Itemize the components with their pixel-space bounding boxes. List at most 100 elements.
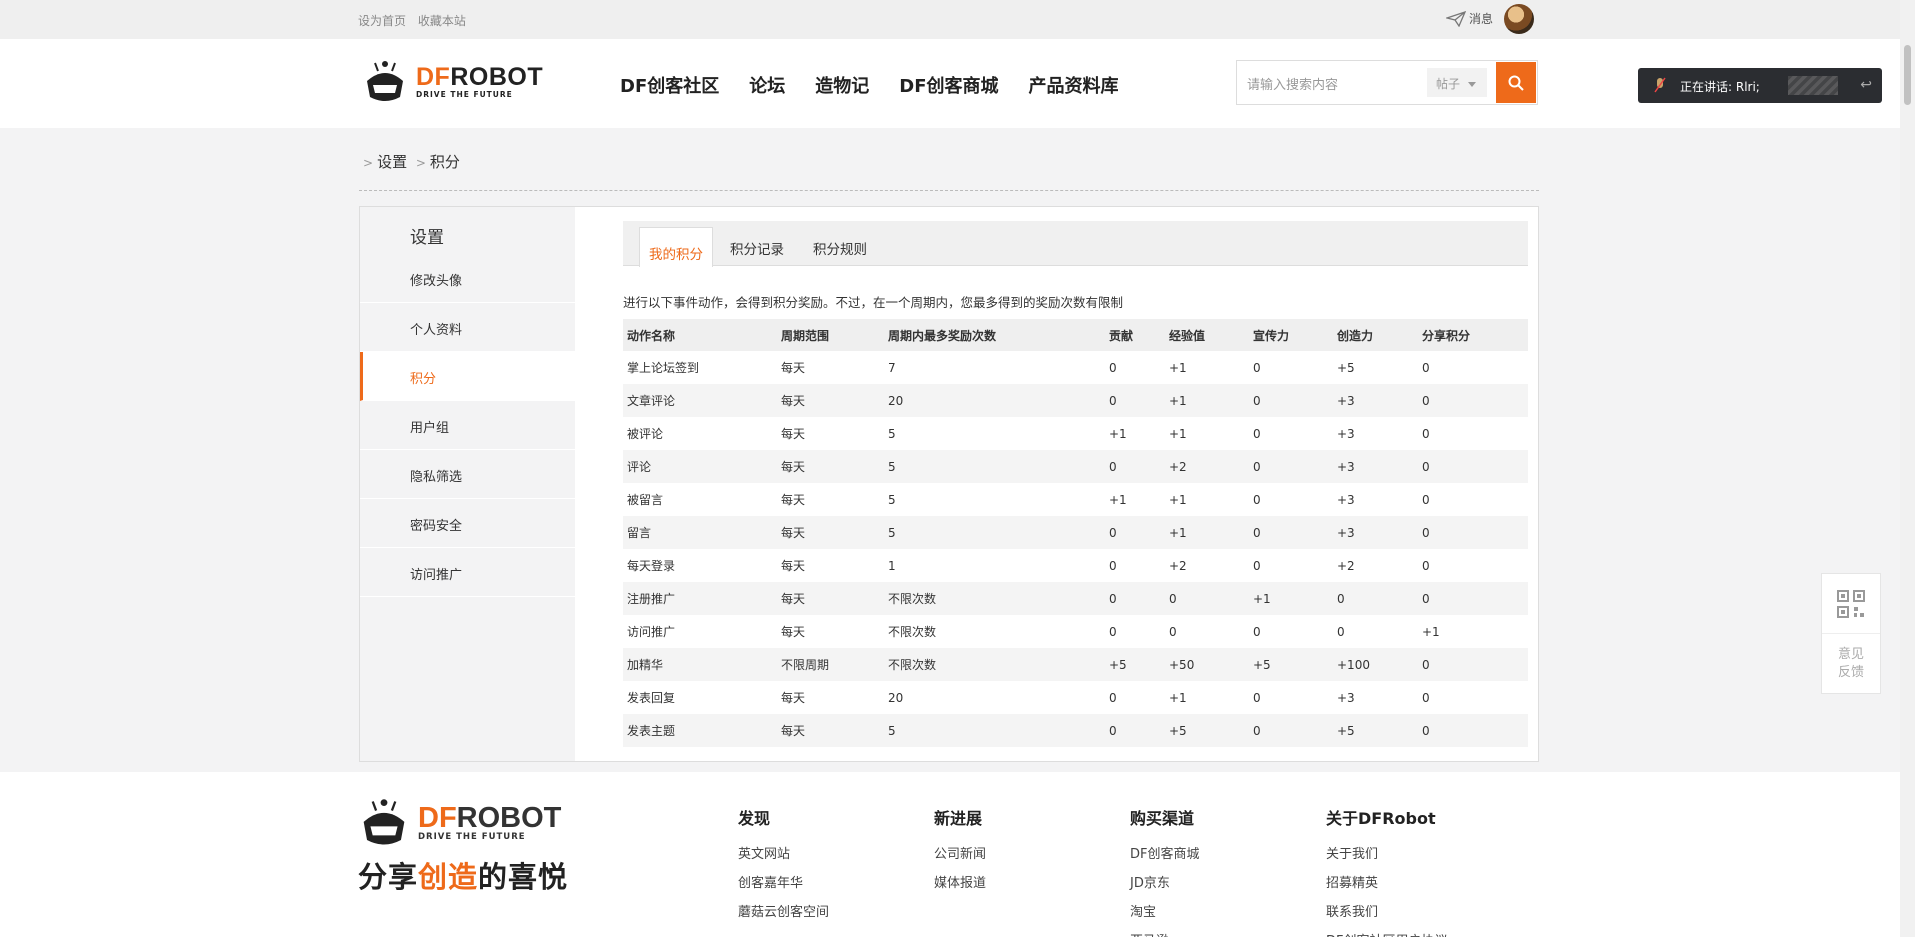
table-row: 加精华 不限周期 不限次数 +5 +50 +5 +100 0 bbox=[623, 648, 1528, 681]
search-button[interactable] bbox=[1496, 62, 1536, 103]
table-row: 发表主题 每天 5 0 +5 0 +5 0 bbox=[623, 714, 1528, 747]
table-cell: +1 bbox=[1165, 516, 1249, 549]
sidebar-item-privacy[interactable]: 隐私筛选 bbox=[360, 450, 575, 499]
footer-link[interactable]: JD京东 bbox=[1130, 872, 1200, 901]
points-tabs: 我的积分 积分记录 积分规则 bbox=[623, 221, 1528, 267]
robot-logo-icon bbox=[363, 799, 405, 845]
points-table: 动作名称 周期范围 周期内最多奖励次数 贡献 经验值 宣传力 创造力 分享积分 掌上论坛签到每… bbox=[623, 319, 1528, 747]
sidebar-title: 设置 bbox=[410, 228, 444, 248]
sidebar-item-points[interactable]: 积分 bbox=[360, 352, 575, 401]
table-cell: 0 bbox=[1418, 714, 1528, 747]
table-cell: 0 bbox=[1253, 558, 1261, 573]
table-cell: 5 bbox=[884, 450, 1105, 483]
voice-waveform bbox=[1788, 76, 1838, 95]
qrcode-icon bbox=[1837, 589, 1865, 618]
table-cell: 每天 bbox=[777, 450, 884, 483]
sidebar-item-usergroup[interactable]: 用户组 bbox=[360, 401, 575, 450]
table-cell: 不限次数 bbox=[888, 625, 937, 639]
table-cell: 0 bbox=[1249, 384, 1333, 417]
table-cell: 0 bbox=[1105, 516, 1165, 549]
sidebar-item-avatar[interactable]: 修改头像 bbox=[360, 254, 575, 303]
main-nav: DF创客社区 论坛 造物记 DF创客商城 产品资料库 bbox=[620, 72, 1119, 98]
table-cell: 不限周期 bbox=[777, 648, 884, 681]
footer-link[interactable]: 淘宝 bbox=[1130, 901, 1200, 930]
search-icon bbox=[1508, 75, 1524, 91]
sidebar-item-profile[interactable]: 个人资料 bbox=[360, 303, 575, 352]
page-scrollbar[interactable] bbox=[1900, 0, 1915, 937]
breadcrumb: > 设置 > 积分 bbox=[359, 151, 1539, 191]
table-cell: +3 bbox=[1337, 690, 1355, 705]
table-cell: 0 bbox=[1418, 450, 1528, 483]
table-cell: 不限次数 bbox=[884, 648, 1105, 681]
table-cell: 每天 bbox=[781, 559, 806, 573]
table-cell: 0 bbox=[1105, 384, 1165, 417]
table-cell: 访问推广 bbox=[627, 625, 676, 639]
breadcrumb-points[interactable]: 积分 bbox=[430, 153, 460, 171]
footer-link[interactable]: 联系我们 bbox=[1326, 901, 1448, 930]
voice-chat-widget[interactable]: 正在讲话: Rlri; ↩ bbox=[1638, 68, 1882, 103]
table-cell: 每天 bbox=[777, 582, 884, 615]
qrcode-button[interactable] bbox=[1822, 574, 1880, 634]
footer-link[interactable]: 招募精英 bbox=[1326, 872, 1448, 901]
footer-slogan: 分享创造的喜悦 bbox=[358, 860, 569, 894]
bookmark-site-link[interactable]: 收藏本站 bbox=[418, 14, 466, 28]
dfrobot-logo[interactable]: DFROBOT DRIVE THE FUTURE bbox=[362, 59, 543, 105]
nav-makelog[interactable]: 造物记 bbox=[815, 72, 869, 98]
table-row: 被评论 每天 5 +1 +1 0 +3 0 bbox=[623, 417, 1528, 450]
table-cell: 发表主题 bbox=[623, 714, 777, 747]
table-cell: 0 bbox=[1249, 714, 1333, 747]
feedback-button[interactable]: 意见反馈 bbox=[1834, 634, 1868, 682]
tab-points-rules[interactable]: 积分规则 bbox=[813, 227, 867, 266]
table-cell: +5 bbox=[1105, 648, 1165, 681]
sidebar-item-promotion[interactable]: 访问推广 bbox=[360, 548, 575, 597]
top-utility-bar: 设为首页 收藏本站 消息 bbox=[0, 0, 1900, 39]
table-cell: 0 bbox=[1422, 492, 1430, 507]
table-cell: 每天 bbox=[777, 714, 884, 747]
nav-docs[interactable]: 产品资料库 bbox=[1029, 72, 1119, 98]
scrollbar-thumb[interactable] bbox=[1904, 45, 1911, 105]
table-column-header: 经验值 bbox=[1165, 319, 1249, 351]
site-header: DFROBOT DRIVE THE FUTURE DF创客社区 论坛 造物记 D… bbox=[0, 39, 1900, 128]
nav-community[interactable]: DF创客社区 bbox=[620, 72, 719, 98]
nav-store[interactable]: DF创客商城 bbox=[899, 72, 998, 98]
table-cell: +1 bbox=[1109, 492, 1127, 507]
table-cell: 留言 bbox=[623, 516, 777, 549]
search-scope-select[interactable]: 帖子 bbox=[1427, 68, 1487, 97]
sidebar-item-password[interactable]: 密码安全 bbox=[360, 499, 575, 548]
footer-link[interactable]: DF创客社区用户协议 bbox=[1326, 930, 1448, 937]
table-cell: 0 bbox=[1249, 450, 1333, 483]
reply-icon[interactable]: ↩ bbox=[1860, 77, 1872, 93]
table-row: 掌上论坛签到 每天 7 0 +1 0 +5 0 bbox=[623, 351, 1528, 384]
table-row: 注册推广 每天 不限次数 0 0 +1 0 0 bbox=[623, 582, 1528, 615]
footer-link[interactable]: 创客嘉年华 bbox=[738, 872, 829, 901]
table-cell: 被留言 bbox=[627, 493, 664, 507]
footer-link[interactable]: 媒体报道 bbox=[934, 872, 986, 901]
footer-column-title: 购买渠道 bbox=[1130, 809, 1195, 828]
messages-link[interactable]: 消息 bbox=[1446, 10, 1493, 27]
table-cell: 5 bbox=[888, 426, 896, 441]
table-cell: 0 bbox=[1253, 624, 1261, 639]
table-cell: 5 bbox=[888, 492, 896, 507]
tab-my-points[interactable]: 我的积分 bbox=[639, 227, 713, 267]
footer-link[interactable]: 蘑菇云创客空间 bbox=[738, 901, 829, 930]
footer-link[interactable]: 关于我们 bbox=[1326, 843, 1448, 872]
table-cell: 0 bbox=[1422, 360, 1430, 375]
footer-link[interactable]: 公司新闻 bbox=[934, 843, 986, 872]
search-input[interactable]: 请输入搜索内容 bbox=[1247, 74, 1338, 93]
table-cell: +1 bbox=[1422, 624, 1440, 639]
tab-points-log[interactable]: 积分记录 bbox=[730, 227, 784, 266]
nav-forum[interactable]: 论坛 bbox=[749, 72, 785, 98]
table-column-header: 创造力 bbox=[1333, 319, 1418, 351]
breadcrumb-settings[interactable]: 设置 bbox=[377, 153, 407, 171]
footer-link[interactable]: 英文网站 bbox=[738, 843, 829, 872]
table-cell: 0 bbox=[1109, 624, 1117, 639]
table-cell: +5 bbox=[1165, 714, 1249, 747]
footer-link[interactable]: DF创客商城 bbox=[1130, 843, 1200, 872]
table-cell: 0 bbox=[1253, 360, 1261, 375]
set-homepage-link[interactable]: 设为首页 bbox=[358, 14, 406, 28]
footer-link[interactable]: 亚马逊 bbox=[1130, 930, 1200, 937]
user-avatar[interactable] bbox=[1504, 4, 1534, 34]
search-scope-value: 帖子 bbox=[1436, 77, 1461, 91]
table-row: 每天登录 每天 1 0 +2 0 +2 0 bbox=[623, 549, 1528, 582]
table-cell: 0 bbox=[1253, 426, 1261, 441]
